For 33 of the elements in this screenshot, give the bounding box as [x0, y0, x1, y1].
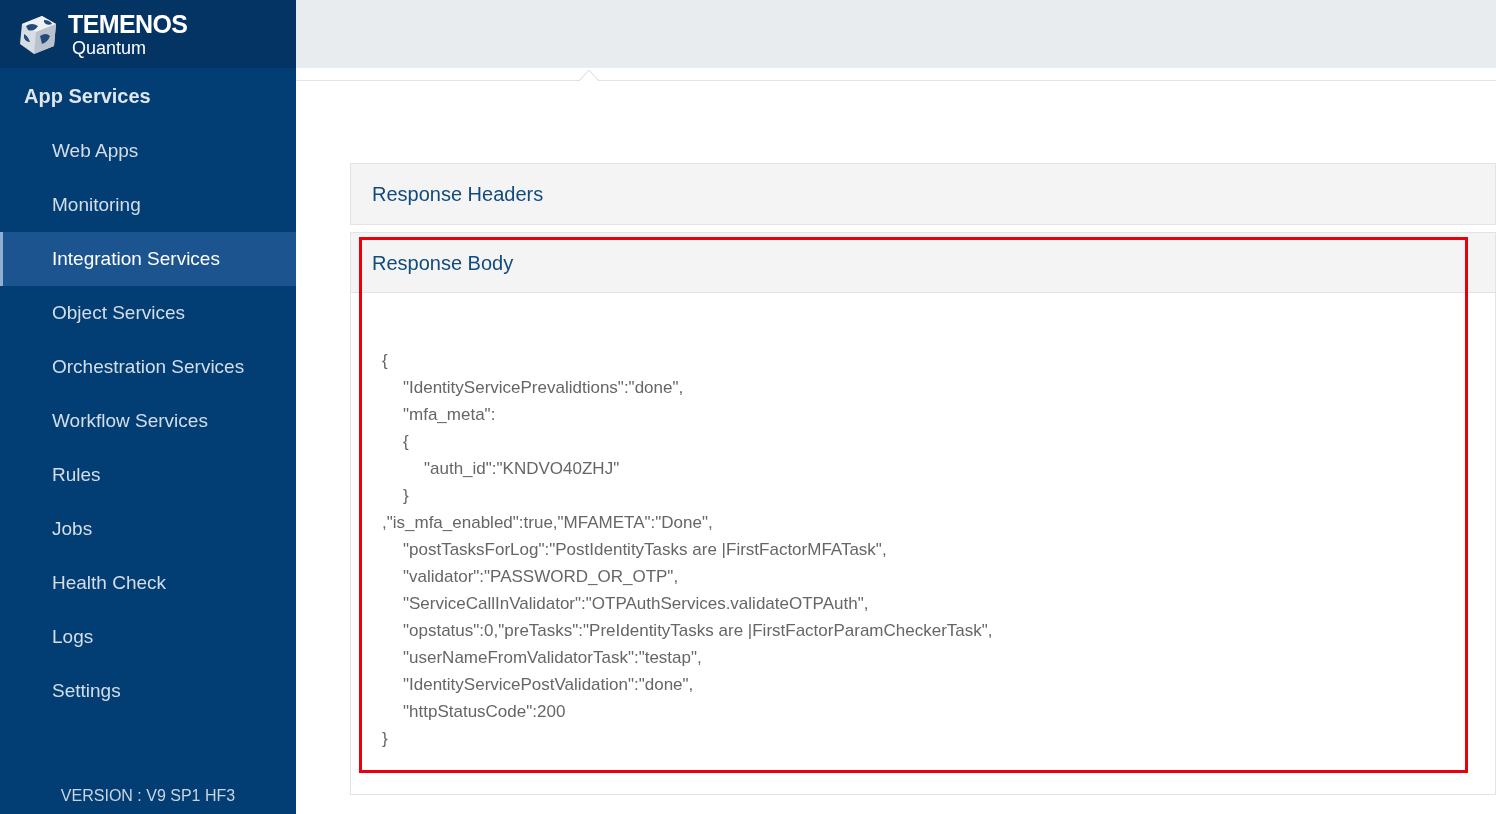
nav-item[interactable]: Rules: [0, 448, 296, 502]
nav-item[interactable]: Health Check: [0, 556, 296, 610]
code-line: "ServiceCallInValidator":"OTPAuthServices.validateOTPAuth",: [403, 593, 869, 615]
code-line: ,"is_mfa_enabled":true,"MFAMETA":"Done",: [382, 512, 713, 534]
code-line: "auth_id":"KNDVO40ZHJ": [424, 458, 620, 480]
section-heading: App Services: [23, 84, 152, 109]
code-line: "IdentityServicePrevalidtions":"done",: [403, 377, 684, 399]
code-line: "mfa_meta":: [403, 404, 496, 426]
code-line: "opstatus":0,"preTasks":"PreIdentityTasks are |FirstFactorParamCheckerTask",: [403, 620, 993, 642]
nav-item[interactable]: Settings: [0, 664, 296, 718]
code-line: }: [382, 728, 388, 750]
nav-item[interactable]: Integration Services: [0, 232, 296, 286]
nav-item[interactable]: Jobs: [0, 502, 296, 556]
nav-item[interactable]: Workflow Services: [0, 394, 296, 448]
code-line: {: [403, 431, 409, 453]
brand-name: TEMENOS: [68, 11, 188, 37]
code-line: "IdentityServicePostValidation":"done",: [403, 674, 694, 696]
nav-item[interactable]: Orchestration Services: [0, 340, 296, 394]
product-name: Quantum: [71, 38, 148, 57]
code-line: }: [403, 485, 409, 507]
panel-title[interactable]: Response Headers: [372, 179, 544, 209]
code-line: "userNameFromValidatorTask":"testap",: [403, 647, 702, 669]
version-label: VERSION : V9 SP1 HF3: [60, 786, 236, 806]
code-line: "validator":"PASSWORD_OR_OTP",: [403, 566, 679, 588]
nav-item[interactable]: Logs: [0, 610, 296, 664]
nav-item[interactable]: Object Services: [0, 286, 296, 340]
nav-item[interactable]: Monitoring: [0, 178, 296, 232]
code-line: "postTasksForLog":"PostIdentityTasks are |FirstFactorMFATask",: [403, 539, 887, 561]
code-line: {: [382, 350, 388, 372]
panel-title[interactable]: Response Body: [372, 247, 514, 278]
code-line: "httpStatusCode":200: [403, 701, 566, 723]
caret-icon: [578, 68, 600, 81]
nav-item[interactable]: Web Apps: [0, 124, 296, 178]
